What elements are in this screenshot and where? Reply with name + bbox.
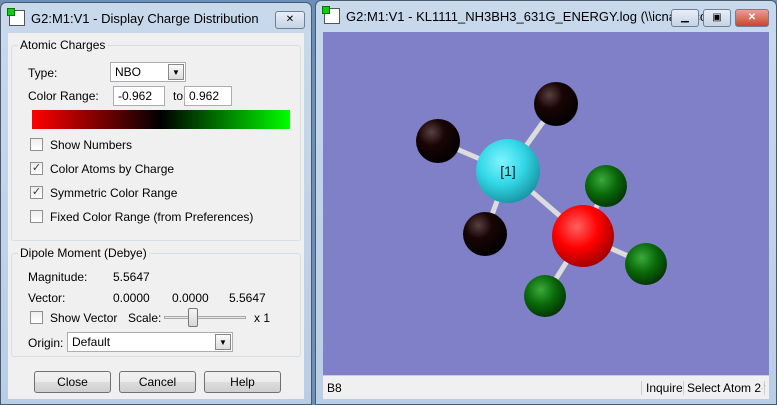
magnitude-label: Magnitude:: [28, 270, 88, 284]
group-label: Dipole Moment (Debye): [18, 246, 149, 260]
range-max-value: 0.962: [189, 89, 220, 103]
close-button[interactable]: Close: [34, 371, 111, 393]
scale-label: Scale:: [128, 311, 162, 325]
maximize-button[interactable]: ▣: [703, 9, 731, 27]
status-prompt: Select Atom 2: [683, 381, 766, 395]
molecule-canvas[interactable]: [1]: [323, 32, 769, 375]
checkbox-label: Symmetric Color Range: [50, 186, 178, 200]
molecule-viewer-window: G2:M1:V1 - KL1111_NH3BH3_631G_ENERGY.log…: [315, 0, 777, 405]
range-max-input[interactable]: 0.962: [184, 86, 232, 106]
viewer-titlebar: G2:M1:V1 - KL1111_NH3BH3_631G_ENERGY.log…: [322, 1, 718, 31]
checkbox-0[interactable]: [30, 138, 43, 151]
checkbox-label: Fixed Color Range (from Preferences): [50, 210, 254, 224]
group-label: Atomic Charges: [18, 38, 108, 52]
atom-red[interactable]: [552, 205, 614, 267]
color-range-label: Color Range:: [28, 89, 99, 103]
checkbox-label: Color Atoms by Charge: [50, 162, 175, 176]
dialog-titlebar: G2:M1:V1 - Display Charge Distribution: [7, 3, 259, 33]
minimize-button[interactable]: ▁: [671, 9, 699, 27]
vector-z: 5.5647: [229, 291, 266, 305]
scale-value: x 1: [254, 311, 271, 325]
range-min-value: -0.962: [118, 89, 153, 103]
status-mode: Inquire: [641, 381, 683, 395]
color-gradient-bar: [32, 110, 290, 129]
show-vector-label: Show Vector: [50, 311, 118, 325]
atom-green[interactable]: [585, 165, 627, 207]
checkbox-2[interactable]: ✓: [30, 186, 43, 199]
checkbox-label: Show Numbers: [50, 138, 133, 152]
to-label: to: [173, 89, 184, 103]
dialog-body: Atomic Charges Type: NBO ▼ Color Range: -…: [8, 33, 304, 399]
resize-grip-icon[interactable]: ⋰: [758, 384, 766, 393]
checkbox-3[interactable]: [30, 210, 43, 223]
close-window-button[interactable]: ✕: [735, 9, 769, 27]
vector-y: 0.0000: [172, 291, 209, 305]
range-min-input[interactable]: -0.962: [113, 86, 165, 106]
dipole-moment-group: Dipole Moment (Debye) Magnitude: 5.5647 …: [11, 246, 301, 357]
scale-slider-thumb[interactable]: [188, 308, 198, 327]
viewer-title: G2:M1:V1 - KL1111_NH3BH3_631G_ENERGY.log…: [346, 8, 718, 24]
magnitude-value: 5.5647: [113, 270, 150, 284]
dialog-title: G2:M1:V1 - Display Charge Distribution: [31, 10, 259, 26]
atom-black[interactable]: [416, 119, 460, 163]
close-icon[interactable]: ✕: [275, 11, 305, 29]
status-bar: B8 Inquire Select Atom 2 ⋰: [323, 375, 769, 399]
chevron-down-icon: ▼: [168, 64, 184, 80]
help-button[interactable]: Help: [204, 371, 281, 393]
vector-label: Vector:: [28, 291, 66, 305]
atom-green[interactable]: [625, 243, 667, 285]
app-icon: [7, 8, 25, 26]
charge-distribution-dialog: G2:M1:V1 - Display Charge Distribution ✕…: [0, 2, 312, 405]
checkbox-1[interactable]: ✓: [30, 162, 43, 175]
atom-green[interactable]: [524, 275, 566, 317]
atom-black[interactable]: [534, 82, 578, 126]
chevron-down-icon: ▼: [215, 334, 231, 350]
atom-label: [1]: [500, 163, 516, 179]
status-left: B8: [327, 381, 342, 395]
scale-slider-track[interactable]: [164, 316, 246, 319]
origin-dropdown[interactable]: Default ▼: [67, 332, 233, 352]
atomic-charges-group: Atomic Charges Type: NBO ▼ Color Range: -…: [11, 38, 301, 241]
origin-value: Default: [72, 335, 111, 349]
type-label: Type:: [28, 66, 58, 80]
type-dropdown[interactable]: NBO ▼: [110, 62, 186, 82]
type-value: NBO: [115, 65, 142, 79]
origin-label: Origin:: [28, 336, 64, 350]
app-icon: [322, 6, 340, 24]
vector-x: 0.0000: [113, 291, 150, 305]
show-vector-checkbox[interactable]: [30, 311, 43, 324]
atom-black[interactable]: [463, 212, 507, 256]
cancel-button[interactable]: Cancel: [119, 371, 196, 393]
